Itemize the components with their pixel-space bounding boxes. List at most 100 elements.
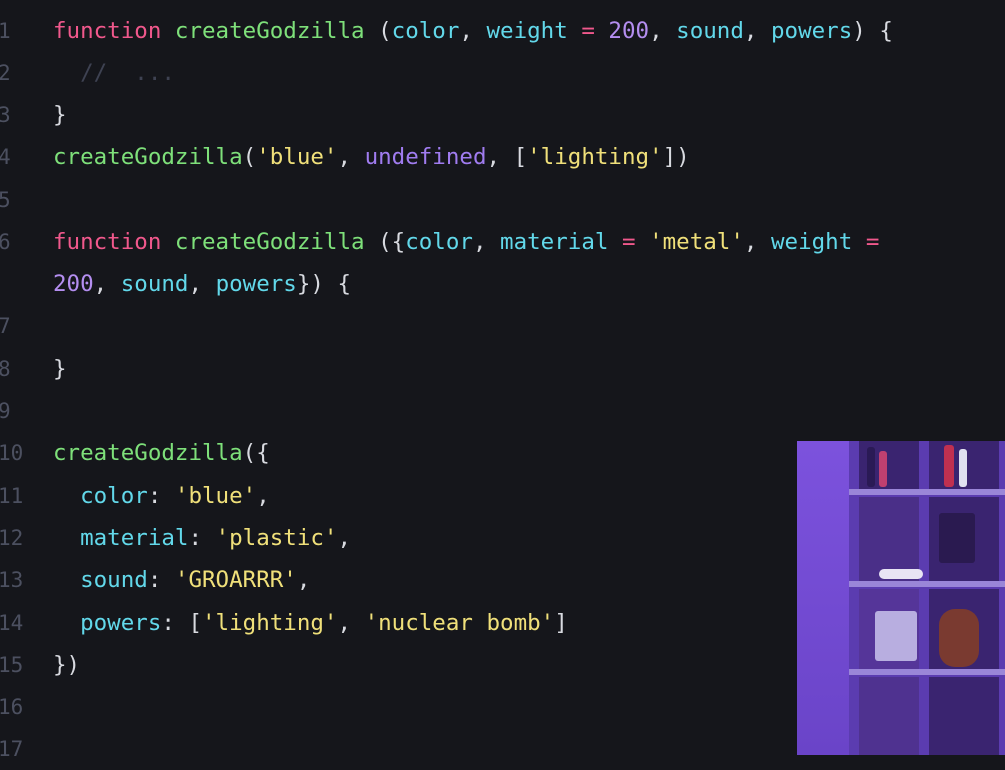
line-code: material: 'plastic',	[53, 517, 351, 559]
line-code: }	[53, 94, 67, 136]
code-token: powers	[215, 271, 297, 297]
code-token: weight	[770, 229, 866, 255]
line-number: 7	[0, 314, 11, 338]
code-token: createGodzilla	[53, 144, 243, 170]
code-token: sound	[120, 271, 189, 297]
code-token: createGodzilla	[174, 229, 379, 255]
code-token: ({	[378, 229, 406, 255]
code-token: (	[378, 18, 392, 44]
code-token: undefined	[364, 144, 487, 170]
code-token: 'blue'	[256, 144, 338, 170]
line-number: 11	[0, 484, 24, 508]
code-token: 'nuclear bomb'	[364, 610, 555, 636]
code-token: 'blue'	[174, 483, 257, 509]
code-token: =	[621, 229, 650, 255]
code-token: })	[53, 652, 81, 678]
webcam-wall	[797, 441, 855, 755]
line-number: 8	[0, 357, 11, 381]
code-token: weight	[486, 18, 582, 44]
figurine-icon	[939, 513, 975, 563]
code-token: ) {	[852, 18, 893, 44]
code-token: :	[188, 525, 216, 551]
line-number: 16	[0, 695, 24, 719]
line-number: 5	[0, 188, 11, 212]
code-token: color	[405, 229, 473, 255]
line-code: // ...	[53, 52, 175, 94]
code-token: ,	[296, 567, 311, 593]
code-token: // ...	[53, 60, 175, 86]
code-token: , [	[486, 144, 528, 170]
code-token: ,	[337, 144, 365, 170]
line-number: 15	[0, 653, 24, 677]
code-token: }	[53, 102, 67, 128]
line-number: 17	[0, 737, 24, 761]
code-token: 'GROARRR'	[174, 567, 297, 593]
code-token: powers	[770, 18, 853, 44]
plush-toy-icon	[939, 609, 979, 667]
code-token: :	[147, 567, 175, 593]
line-code: color: 'blue',	[53, 475, 270, 517]
code-token: ({	[242, 440, 270, 466]
code-token: : [	[161, 610, 203, 636]
line-code: })	[53, 644, 80, 686]
shelf-board	[849, 669, 1005, 675]
code-token: material	[53, 525, 189, 551]
line-code: createGodzilla('blue', undefined, ['ligh…	[53, 136, 690, 178]
line-code: powers: ['lighting', 'nuclear bomb']	[53, 602, 568, 644]
code-token: ,	[649, 18, 677, 44]
book-icon	[879, 451, 887, 487]
line-code: createGodzilla({	[53, 432, 270, 474]
line-number: 14	[0, 611, 24, 635]
book-icon	[944, 445, 954, 487]
code-token: 200	[608, 18, 650, 44]
code-token: }	[53, 356, 67, 382]
code-token: ,	[337, 525, 352, 551]
code-token: ,	[93, 271, 121, 297]
code-token: ,	[743, 18, 771, 44]
line-number: 12	[0, 526, 24, 550]
webcam-overlay	[797, 441, 1005, 755]
line-number: 2	[0, 61, 11, 85]
line-number: 4	[0, 145, 11, 169]
line-number: 10	[0, 441, 24, 465]
code-token: ,	[459, 18, 487, 44]
code-token: =	[865, 229, 880, 255]
line-number: 13	[0, 568, 24, 592]
code-token: ])	[662, 144, 690, 170]
book-icon	[959, 449, 967, 487]
line-number: 6	[0, 230, 11, 254]
shelf-cell	[929, 677, 999, 755]
line-number: 3	[0, 103, 11, 127]
line-number: 1	[0, 19, 11, 43]
line-code: }	[53, 348, 67, 390]
line-code: function createGodzilla ({color, materia…	[53, 221, 879, 263]
book-icon	[867, 447, 875, 487]
line-code: function createGodzilla (color, weight =…	[53, 10, 893, 52]
code-token: color	[53, 483, 148, 509]
bookshelf	[849, 441, 1005, 755]
code-token: material	[500, 229, 622, 255]
code-token: }) {	[296, 271, 352, 297]
lightbox-sign-icon	[875, 611, 917, 661]
code-token: createGodzilla	[174, 18, 379, 44]
code-token: ,	[188, 271, 216, 297]
figurine-icon	[879, 569, 923, 579]
code-token: ,	[472, 229, 501, 255]
code-token: =	[581, 18, 609, 44]
line-code: 200, sound, powers}) {	[53, 263, 351, 305]
shelf-board	[849, 489, 1005, 495]
code-token: 'lighting'	[202, 610, 338, 636]
code-token: 'metal'	[649, 229, 744, 255]
code-token: createGodzilla	[53, 440, 243, 466]
code-token: function	[53, 229, 175, 255]
code-token: sound	[676, 18, 744, 44]
code-token: ,	[743, 229, 771, 255]
line-number: 9	[0, 399, 11, 423]
code-token: function	[53, 18, 175, 44]
shelf-cell	[859, 677, 919, 755]
code-token: 200	[53, 271, 94, 297]
code-token: :	[147, 483, 175, 509]
code-token: ,	[256, 483, 270, 509]
code-token: 'plastic'	[215, 525, 338, 551]
code-token: powers	[53, 610, 162, 636]
